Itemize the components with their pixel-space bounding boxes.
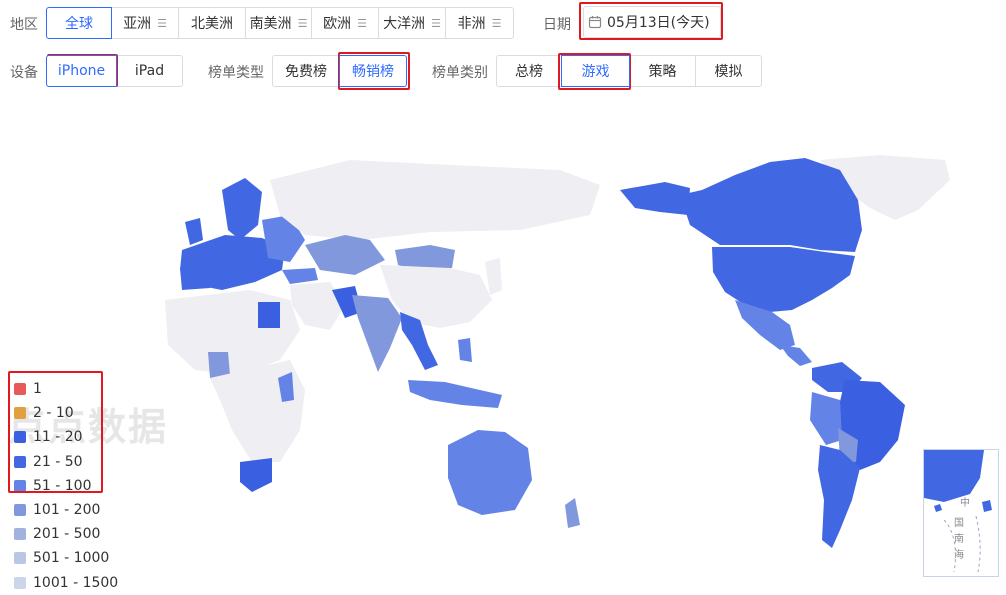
legend-swatch	[14, 383, 26, 396]
legend-swatch	[14, 407, 26, 420]
region-nigeria[interactable]	[208, 352, 230, 378]
legend-swatch	[14, 455, 26, 468]
region-india[interactable]	[352, 295, 402, 372]
region-turkey[interactable]	[282, 268, 318, 284]
region-iberia[interactable]	[180, 268, 210, 290]
legend-swatch	[14, 552, 26, 565]
legend-swatch	[14, 479, 26, 492]
region-indonesia[interactable]	[408, 380, 502, 408]
rank-category-option-games[interactable]: 游戏	[561, 55, 630, 87]
legend-swatch	[14, 576, 26, 589]
legend-swatch	[14, 431, 26, 444]
legend-item[interactable]: 2 - 10	[14, 401, 118, 425]
legend-label: 101 - 200	[33, 502, 101, 519]
legend-item[interactable]: 101 - 200	[14, 498, 118, 522]
legend-label: 201 - 500	[33, 526, 101, 543]
region-central-america[interactable]	[780, 345, 812, 366]
inset-label-4: 海	[954, 550, 964, 561]
legend-item[interactable]: 1001 - 1500	[14, 571, 118, 595]
device-option-iphone[interactable]: iPhone	[46, 55, 117, 87]
legend-item[interactable]: 501 - 1000	[14, 546, 118, 570]
south-china-sea-inset: 中 国 南 海	[923, 449, 999, 577]
region-philippines[interactable]	[458, 338, 472, 362]
legend-swatch	[14, 528, 26, 541]
legend-item[interactable]: 51 - 100	[14, 474, 118, 498]
region-kazakhstan[interactable]	[305, 235, 385, 275]
rank-type-option-grossing[interactable]: 畅销榜	[339, 55, 407, 87]
legend-label: 1	[33, 381, 42, 398]
region-japan-korea[interactable]	[485, 258, 502, 295]
region-alaska[interactable]	[620, 182, 690, 215]
legend-swatch	[14, 504, 26, 517]
inset-label-1: 中	[960, 498, 970, 509]
legend-label: 501 - 1000	[33, 550, 110, 567]
map-legend: 1 2 - 10 11 - 20 21 - 50 51 - 100 101 - 200 20…	[14, 377, 118, 595]
region-canada[interactable]	[680, 158, 862, 252]
region-usa[interactable]	[712, 247, 855, 312]
legend-item[interactable]: 21 - 50	[14, 450, 118, 474]
region-russia[interactable]	[270, 160, 600, 240]
legend-label: 1001 - 1500	[33, 574, 119, 591]
region-new-zealand[interactable]	[565, 498, 580, 528]
region-egypt[interactable]	[258, 302, 280, 328]
inset-label-3: 南	[954, 534, 964, 545]
region-peru[interactable]	[810, 392, 842, 445]
region-option-global[interactable]: 全球	[46, 7, 112, 39]
legend-label: 51 - 100	[33, 477, 92, 494]
inset-label-2: 国	[954, 518, 964, 529]
legend-item[interactable]: 11 - 20	[14, 425, 118, 449]
legend-label: 2 - 10	[33, 405, 74, 422]
legend-item[interactable]: 1	[14, 377, 118, 401]
legend-item[interactable]: 201 - 500	[14, 522, 118, 546]
legend-label: 11 - 20	[33, 429, 83, 446]
legend-label: 21 - 50	[33, 453, 83, 470]
region-scandinavia[interactable]	[222, 178, 262, 240]
world-map[interactable]	[0, 0, 1006, 595]
region-australia[interactable]	[448, 430, 532, 515]
region-south-africa[interactable]	[240, 458, 272, 492]
region-uk[interactable]	[185, 218, 203, 245]
